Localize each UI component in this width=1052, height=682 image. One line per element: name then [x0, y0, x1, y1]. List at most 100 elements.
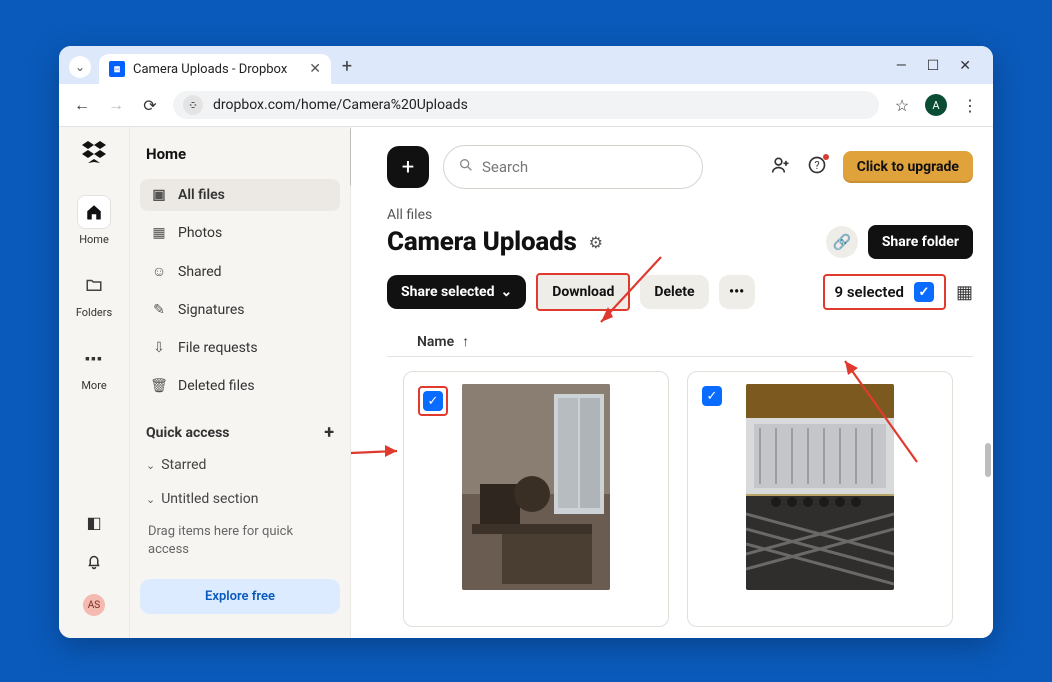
view-grid-icon[interactable]: ▦	[956, 282, 973, 303]
copy-link-button[interactable]: 🔗	[826, 226, 858, 258]
dropbox-logo-icon[interactable]	[82, 141, 106, 169]
invite-icon[interactable]	[771, 155, 791, 179]
delete-button[interactable]: Delete	[640, 275, 708, 309]
browser-window: ⌄ ⧈ Camera Uploads - Dropbox ✕ + — ☐ ✕ ←…	[59, 46, 993, 638]
share-selected-button[interactable]: Share selected ⌄	[387, 275, 526, 309]
select-all-checkbox[interactable]: ✓	[914, 282, 934, 302]
window-controls: — ☐ ✕	[896, 58, 985, 84]
address-bar[interactable]: dropbox.com/home/Camera%20Uploads	[173, 91, 879, 119]
upgrade-button[interactable]: Click to upgrade	[843, 151, 973, 183]
folder-settings-icon[interactable]: ⚙	[589, 233, 603, 252]
rail-home[interactable]: Home	[59, 191, 129, 250]
rail-more-label: More	[81, 379, 106, 392]
tab-search-chevron[interactable]: ⌄	[69, 56, 91, 78]
file-thumbnail	[462, 384, 610, 590]
file-requests-icon: ⇩	[150, 340, 168, 356]
left-rail: Home Folders ▪▪▪ More ◧ AS	[59, 127, 129, 638]
search-placeholder: Search	[482, 158, 528, 176]
profile-avatar[interactable]: A	[925, 94, 947, 116]
sidebar-item-label: All files	[178, 187, 225, 203]
sidebar-item-label: File requests	[178, 340, 258, 356]
sort-asc-icon: ↑	[462, 333, 469, 350]
sidebar-starred[interactable]: ⌄ Starred	[140, 451, 340, 479]
quick-access-header: Quick access +	[146, 422, 334, 443]
new-tab-button[interactable]: +	[333, 52, 361, 80]
shared-icon: ☺	[150, 263, 168, 280]
download-button[interactable]: Download	[536, 273, 630, 311]
main-scrollbar[interactable]	[985, 443, 991, 477]
rail-folders-label: Folders	[76, 306, 112, 319]
all-files-icon: ▣	[150, 187, 168, 203]
sidebar-item-label: Deleted files	[178, 378, 255, 394]
rail-folders[interactable]: Folders	[59, 264, 129, 323]
sidebar-item-all-files[interactable]: ▣ All files	[140, 179, 340, 211]
sidebar-item-file-requests[interactable]: ⇩ File requests	[140, 332, 340, 364]
selected-count-pill[interactable]: 9 selected ✓	[823, 274, 946, 310]
dropbox-favicon-icon: ⧈	[109, 61, 125, 77]
page-title: Camera Uploads	[387, 227, 577, 257]
trash-icon: 🗑	[150, 378, 168, 394]
maximize-icon[interactable]: ☐	[927, 58, 940, 74]
minimize-icon[interactable]: —	[896, 58, 907, 74]
file-thumbnail	[746, 384, 894, 590]
close-tab-icon[interactable]: ✕	[309, 61, 321, 77]
quick-access-label: Quick access	[146, 425, 229, 441]
sidebar-item-label: Photos	[178, 225, 222, 241]
explore-free-banner[interactable]: Explore free	[140, 579, 340, 614]
selected-count-label: 9 selected	[835, 283, 904, 301]
back-icon[interactable]: ←	[71, 94, 93, 116]
main-topbar: + Search ? Click to u	[387, 145, 973, 189]
panel-toggle-icon[interactable]: ◧	[86, 513, 101, 532]
sidebar-item-signatures[interactable]: ✎ Signatures	[140, 294, 340, 326]
browser-toolbar: ← → ⟳ dropbox.com/home/Camera%20Uploads …	[59, 84, 993, 127]
forward-icon: →	[105, 94, 127, 116]
column-name-label: Name	[417, 334, 454, 350]
chevron-down-icon: ⌄	[500, 284, 512, 300]
file-card[interactable]: ✓	[687, 371, 953, 627]
chevron-down-icon: ⌄	[146, 459, 155, 472]
file-grid: ✓	[387, 371, 973, 627]
help-icon[interactable]: ?	[807, 155, 827, 180]
account-avatar[interactable]: AS	[83, 594, 105, 616]
share-selected-label: Share selected	[401, 284, 494, 300]
add-quick-access-icon[interactable]: +	[324, 422, 334, 443]
sidebar-untitled-section[interactable]: ⌄ Untitled section	[140, 485, 340, 513]
notifications-icon[interactable]	[85, 552, 103, 574]
bookmark-star-icon[interactable]: ☆	[891, 94, 913, 116]
breadcrumb[interactable]: All files	[387, 207, 973, 223]
file-checkbox[interactable]: ✓	[423, 391, 443, 411]
create-button[interactable]: +	[387, 146, 429, 188]
quick-access-hint: Drag items here for quick access	[140, 519, 340, 563]
share-folder-button[interactable]: Share folder	[868, 225, 973, 259]
browser-menu-icon[interactable]: ⋮	[959, 94, 981, 116]
app-content: Home Folders ▪▪▪ More ◧ AS Home	[59, 127, 993, 638]
sidebar-heading: Home	[146, 145, 334, 163]
rail-home-label: Home	[79, 233, 109, 246]
url-text: dropbox.com/home/Camera%20Uploads	[213, 97, 468, 113]
sidebar-item-photos[interactable]: ▦ Photos	[140, 217, 340, 249]
sidebar-item-label: Signatures	[178, 302, 245, 318]
action-row: Share selected ⌄ Download Delete ••• 9 s…	[387, 273, 973, 311]
svg-text:?: ?	[814, 159, 819, 172]
signatures-icon: ✎	[150, 302, 168, 318]
sidebar-item-deleted[interactable]: 🗑 Deleted files	[140, 370, 340, 402]
sidebar-item-shared[interactable]: ☺ Shared	[140, 255, 340, 288]
sidebar-item-label: Shared	[178, 264, 222, 280]
rail-more[interactable]: ▪▪▪ More	[59, 337, 129, 396]
browser-tab[interactable]: ⧈ Camera Uploads - Dropbox ✕	[99, 54, 331, 84]
chevron-down-icon: ⌄	[146, 493, 155, 506]
more-actions-button[interactable]: •••	[719, 275, 755, 309]
sidebar: Home ▣ All files ▦ Photos ☺ Shared ✎ Sig…	[129, 127, 351, 638]
starred-label: Starred	[161, 457, 206, 473]
file-card[interactable]: ✓	[403, 371, 669, 627]
site-settings-icon[interactable]	[183, 95, 203, 115]
reload-icon[interactable]: ⟳	[139, 94, 161, 116]
search-input[interactable]: Search	[443, 145, 703, 189]
column-header-name[interactable]: Name ↑	[387, 333, 973, 357]
close-window-icon[interactable]: ✕	[959, 58, 971, 74]
tab-title: Camera Uploads - Dropbox	[133, 62, 287, 77]
search-icon	[458, 157, 474, 177]
tab-strip: ⌄ ⧈ Camera Uploads - Dropbox ✕ + — ☐ ✕	[59, 46, 993, 84]
photos-icon: ▦	[150, 225, 168, 241]
file-checkbox[interactable]: ✓	[702, 386, 722, 406]
